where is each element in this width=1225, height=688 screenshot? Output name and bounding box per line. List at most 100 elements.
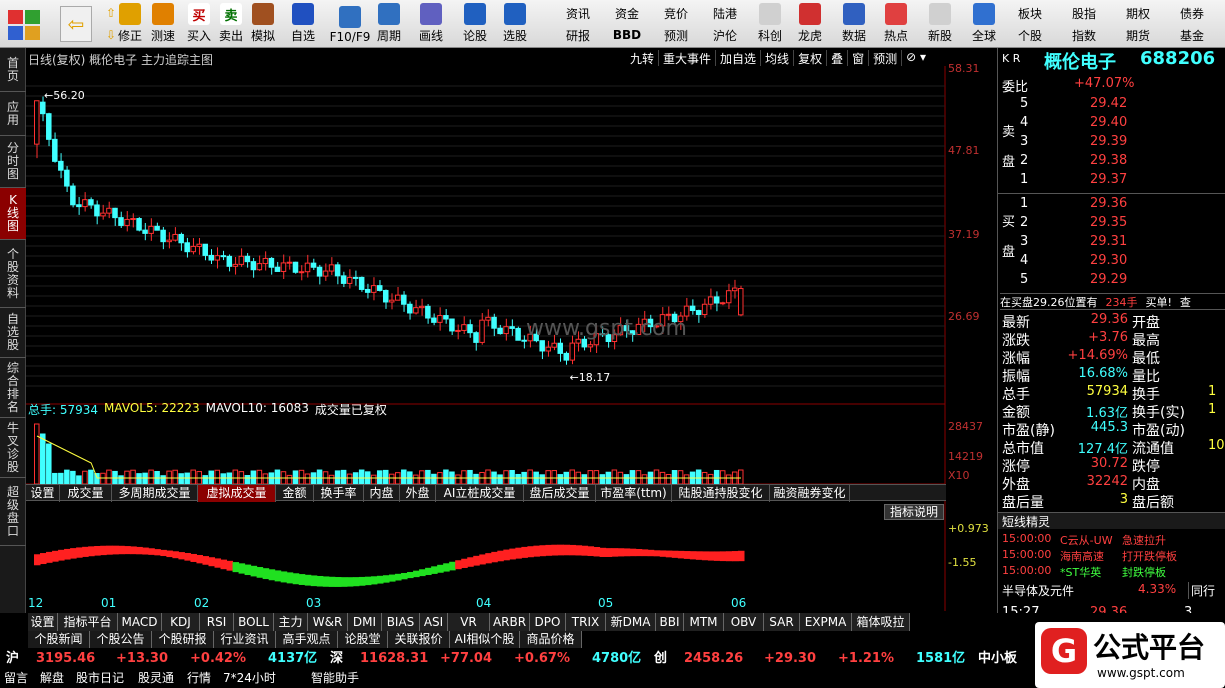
toolbar-item-1[interactable]: 测速 [146, 2, 180, 46]
toolbar-grid-bot-0[interactable]: 研报 [556, 25, 600, 45]
short-stock[interactable]: *ST华英 [1060, 564, 1101, 580]
sidebar-item-5[interactable]: 自选股 [0, 308, 26, 358]
indicator-tab-2[interactable]: MACD [118, 613, 162, 631]
indicator-tab-9[interactable]: BIAS [382, 613, 420, 631]
toolbar-grid-bot-1[interactable]: BBD [605, 25, 649, 45]
toolbar-grid-top-2[interactable]: 竞价 [654, 3, 698, 23]
indicator-tab-5[interactable]: BOLL [234, 613, 274, 631]
status-more[interactable]: 查 [1180, 294, 1191, 309]
toolbar-right-5[interactable]: 全球 [966, 2, 1002, 46]
ticker-item-0[interactable]: 留言 [4, 669, 28, 687]
index-name[interactable]: 沪 [6, 650, 19, 668]
short-stock[interactable]: 海南高速 [1060, 548, 1104, 564]
sidebar-item-1[interactable]: 应用 [0, 92, 26, 136]
vol-tab-10[interactable]: 市盈率(ttm) [596, 485, 672, 502]
chart-btn-5[interactable]: 叠 [827, 50, 849, 66]
toolbar-item-2[interactable]: 买买入 [182, 2, 216, 46]
toolbar-item-3[interactable]: 卖卖出 [214, 2, 248, 46]
chart-btn-2[interactable]: 加自选 [716, 50, 762, 66]
toolbar-grid-top-0[interactable]: 资讯 [556, 3, 600, 23]
chart-btn-1[interactable]: 重大事件 [659, 50, 717, 66]
vol-tab-9[interactable]: 盘后成交量 [524, 485, 596, 502]
toolbar-grid-top-3[interactable]: 陆港 [703, 3, 747, 23]
toolbar-grid-top-1[interactable]: 资金 [605, 3, 649, 23]
toolbar-rt-0[interactable]: 板块 [1008, 3, 1052, 23]
toolbar-rb-1[interactable]: 指数 [1062, 25, 1106, 45]
vol-tab-5[interactable]: 换手率 [314, 485, 364, 502]
news-tab-0[interactable]: 个股新闻 [28, 631, 90, 648]
indicator-tab-18[interactable]: OBV [724, 613, 764, 631]
short-stock[interactable]: C云从-UW [1060, 532, 1113, 548]
toolbar-item-10[interactable]: 选股 [498, 2, 532, 46]
indicator-tab-13[interactable]: DPO [530, 613, 566, 631]
chart-btn-6[interactable]: 窗 [848, 50, 870, 66]
indicator-tab-14[interactable]: TRIX [566, 613, 606, 631]
sidebar-item-2[interactable]: 分时图 [0, 136, 26, 188]
vol-tab-4[interactable]: 金额 [276, 485, 314, 502]
index-name[interactable]: 创 [654, 650, 667, 668]
vol-tab-3[interactable]: 虚拟成交量 [198, 485, 276, 502]
vol-tab-6[interactable]: 内盘 [364, 485, 400, 502]
indicator-tab-17[interactable]: MTM [684, 613, 724, 631]
indicator-tab-20[interactable]: EXPMA [800, 613, 852, 631]
ticker-item-1[interactable]: 解盘 [40, 669, 64, 687]
indicator-tab-4[interactable]: RSI [200, 613, 234, 631]
sell-price[interactable]: 29.40 [1090, 115, 1127, 130]
vol-tab-11[interactable]: 陆股通持股变化 [672, 485, 770, 502]
chart-btn-7[interactable]: 预测 [869, 50, 903, 66]
toolbar-grid-bot-2[interactable]: 预测 [654, 25, 698, 45]
indicator-tab-16[interactable]: BBI [656, 613, 684, 631]
vol-tab-7[interactable]: 外盘 [400, 485, 436, 502]
buy-price[interactable]: 29.29 [1090, 272, 1127, 287]
indicator-tab-11[interactable]: VR [448, 613, 490, 631]
sidebar-item-0[interactable]: 首页 [0, 48, 26, 92]
news-tab-2[interactable]: 个股研报 [152, 631, 214, 648]
indicator-tab-1[interactable]: 指标平台 [58, 613, 118, 631]
toolbar-item-6[interactable]: F10/F9 [326, 2, 374, 46]
vol-tab-2[interactable]: 多周期成交量 [112, 485, 198, 502]
sidebar-item-4[interactable]: 个股资料 [0, 240, 26, 308]
sidebar-item-6[interactable]: 综合排名 [0, 358, 26, 418]
toolbar-rb-2[interactable]: 期货 [1116, 25, 1160, 45]
toolbar-item-0[interactable]: 修正 [113, 2, 147, 46]
indicator-tab-3[interactable]: KDJ [162, 613, 200, 631]
chart-settings-icon[interactable]: ⊘ ▾ [902, 50, 930, 66]
buy-price[interactable]: 29.30 [1090, 253, 1127, 268]
news-tab-3[interactable]: 行业资讯 [214, 631, 276, 648]
ticker-item-4[interactable]: 行情 [187, 669, 211, 687]
buy-price[interactable]: 29.35 [1090, 215, 1127, 230]
index-tail[interactable]: 中小板 [978, 650, 1017, 668]
sidebar-item-3[interactable]: K线图 [0, 188, 26, 240]
news-tab-5[interactable]: 论股堂 [338, 631, 388, 648]
news-tab-4[interactable]: 高手观点 [276, 631, 338, 648]
news-tab-6[interactable]: 关联报价 [388, 631, 450, 648]
vol-tab-0[interactable]: 设置 [26, 485, 60, 502]
indicator-tab-19[interactable]: SAR [764, 613, 800, 631]
ticker-item-5[interactable]: 7*24小时 [223, 669, 276, 687]
vol-tab-12[interactable]: 融资融券变化 [770, 485, 850, 502]
sell-price[interactable]: 29.42 [1090, 96, 1127, 111]
toolbar-item-9[interactable]: 论股 [458, 2, 492, 46]
news-tab-7[interactable]: AI相似个股 [450, 631, 520, 648]
indicator-help-button[interactable]: 指标说明 [884, 504, 944, 520]
chart-svg[interactable]: ←56.20 ←18.17 12 01 02 03 04 05 06 [26, 66, 946, 611]
toolbar-rb-3[interactable]: 基金 [1170, 25, 1214, 45]
chart-btn-4[interactable]: 复权 [794, 50, 828, 66]
toolbar-rb-0[interactable]: 个股 [1008, 25, 1052, 45]
toolbar-rt-3[interactable]: 债券 [1170, 3, 1214, 23]
indicator-tab-0[interactable]: 设置 [28, 613, 58, 631]
indicator-tab-21[interactable]: 箱体吸拉 [852, 613, 910, 631]
vol-tab-1[interactable]: 成交量 [60, 485, 112, 502]
chart-btn-0[interactable]: 九转 [626, 50, 660, 66]
toolbar-rt-1[interactable]: 股指 [1062, 3, 1106, 23]
sell-price[interactable]: 29.39 [1090, 134, 1127, 149]
toolbar-rt-2[interactable]: 期权 [1116, 3, 1160, 23]
toolbar-right-2[interactable]: 数据 [836, 2, 872, 46]
sidebar-item-8[interactable]: 超级盘口 [0, 478, 26, 546]
toolbar-right-0[interactable]: 科创 [752, 2, 788, 46]
toolbar-grid-bot-3[interactable]: 沪伦 [703, 25, 747, 45]
buy-price[interactable]: 29.31 [1090, 234, 1127, 249]
toolbar-right-1[interactable]: 龙虎 [792, 2, 828, 46]
indicator-tab-7[interactable]: W&R [308, 613, 348, 631]
indicator-tab-8[interactable]: DMI [348, 613, 382, 631]
